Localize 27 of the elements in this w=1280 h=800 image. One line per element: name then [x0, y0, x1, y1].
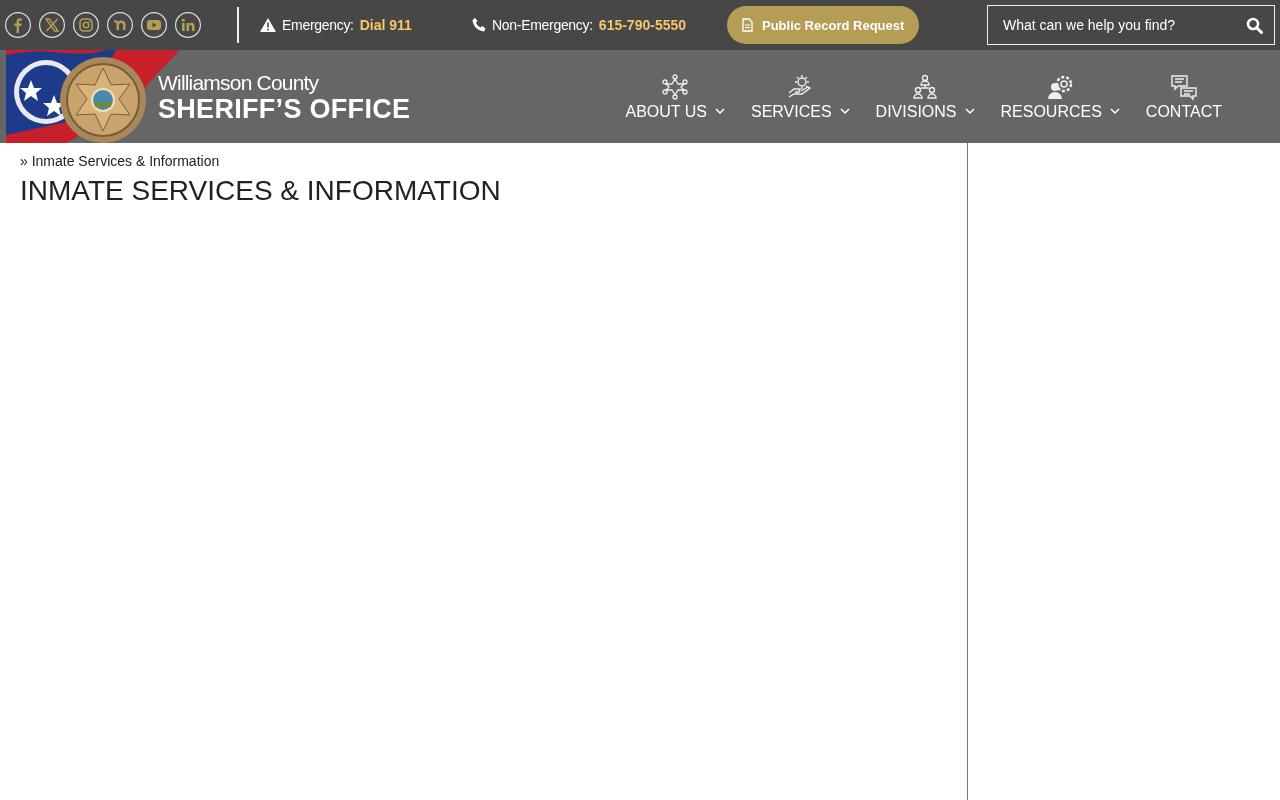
- search-icon[interactable]: [1246, 17, 1263, 34]
- nav-menu-item[interactable]: RESOURCES: [1000, 72, 1120, 121]
- page-title: INMATE SERVICES & INFORMATION: [20, 175, 502, 207]
- nextdoor-icon[interactable]: [107, 12, 133, 38]
- facebook-icon[interactable]: [5, 12, 31, 38]
- document-icon: [742, 18, 753, 32]
- x-icon[interactable]: [39, 12, 65, 38]
- nav-menu-item[interactable]: SERVICES: [750, 72, 850, 121]
- emergency-number: Dial 911: [359, 17, 412, 33]
- chat-bubbles-icon: [1169, 72, 1198, 101]
- logo-subtitle[interactable]: Williamson County: [158, 70, 411, 95]
- emergency-label: Emergency:: [282, 17, 354, 33]
- instagram-icon[interactable]: [73, 12, 99, 38]
- logo-title[interactable]: SHERIFF’S OFFICE: [158, 94, 411, 123]
- linkedin-icon[interactable]: [175, 12, 201, 38]
- search-field[interactable]: What can we help you find?: [987, 5, 1275, 45]
- nav-menu-item[interactable]: CONTACT: [1145, 72, 1222, 121]
- people-hierarchy-icon: [911, 72, 940, 101]
- breadcrumb: » Inmate Services & Information: [20, 153, 221, 169]
- warning-icon: [260, 18, 276, 32]
- phone-icon: [472, 18, 486, 32]
- nav-menu-item[interactable]: ABOUT US: [625, 72, 725, 121]
- nav-menu-item[interactable]: DIVISIONS: [875, 72, 975, 121]
- youtube-icon[interactable]: [141, 12, 167, 38]
- non-emergency-number: 615-790-5550: [598, 17, 687, 33]
- non-emergency-label: Non-Emergency:: [492, 17, 593, 33]
- star-network-icon: [661, 72, 690, 101]
